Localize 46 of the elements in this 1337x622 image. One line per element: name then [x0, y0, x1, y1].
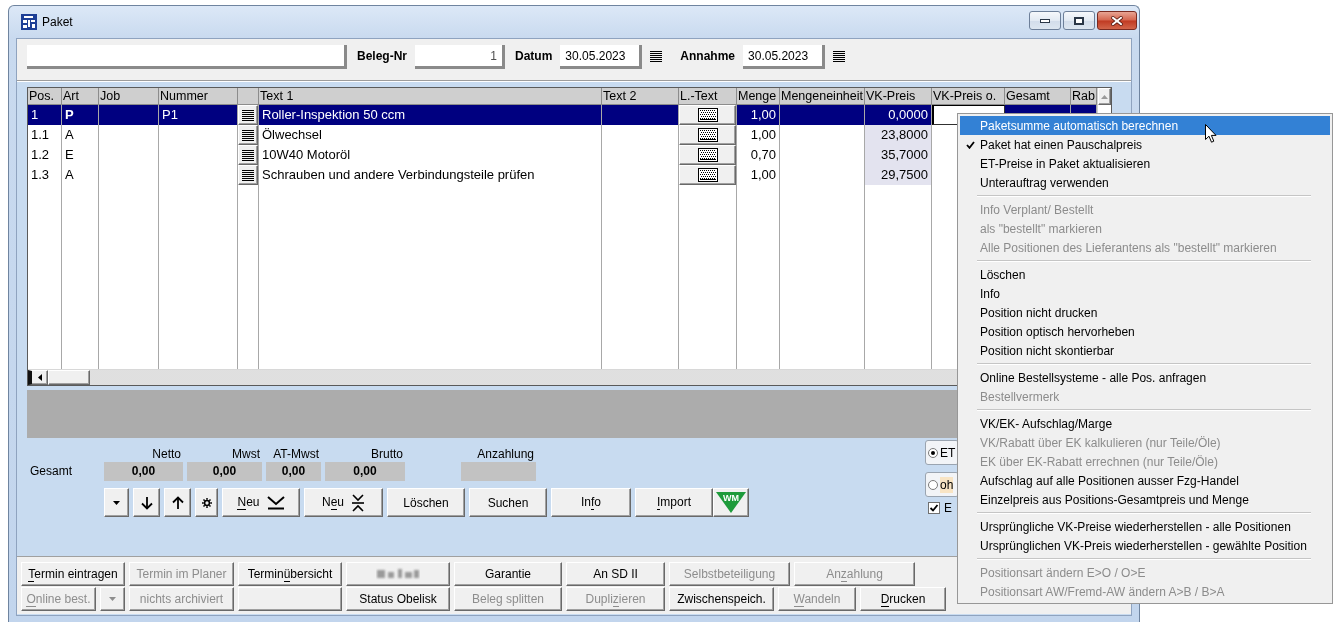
table-cell: 1.3	[28, 165, 62, 185]
value-field: 0,00	[266, 462, 321, 481]
value-field: 0,00	[187, 462, 262, 481]
table-cell: 35,7000	[865, 145, 932, 165]
table-cell: P	[62, 105, 99, 125]
column-header: Job	[99, 88, 159, 105]
column-header: L.-Text	[679, 88, 737, 105]
table-cell: Ölwechsel	[259, 125, 602, 145]
table-cell: 0,70	[737, 145, 780, 165]
column-header: Nummer	[159, 88, 238, 105]
table-cell: 29,7500	[865, 165, 932, 185]
field-label: Beleg-Nr	[357, 48, 407, 65]
table-cell: Schrauben und andere Verbindungsteile prüfen	[259, 165, 602, 185]
column-header: Menge	[737, 88, 780, 105]
table-cell: 1,00	[737, 165, 780, 185]
column-header: VK-Preis	[865, 88, 932, 105]
window-title: Paket	[42, 15, 73, 29]
table-cell: 23,8000	[865, 125, 932, 145]
column-header: Art	[62, 88, 99, 105]
column-label: Netto	[151, 447, 182, 461]
column-header: VK-Preis o.	[932, 88, 1005, 105]
table-cell: 10W40 Motoröl	[259, 145, 602, 165]
column-label: Brutto	[370, 447, 404, 461]
value-field: 0,00	[325, 462, 405, 481]
column-label: Anzahlung	[476, 447, 535, 461]
table-cell: 1,00	[737, 125, 780, 145]
column-header: Gesamt	[1005, 88, 1071, 105]
field-label: Datum	[515, 48, 553, 65]
table-cell: 1.1	[28, 125, 62, 145]
value-field: 0,00	[104, 462, 183, 481]
column-header: Rab	[1071, 88, 1097, 105]
table-cell: 1	[28, 105, 62, 125]
field-label: Annahme	[680, 48, 736, 65]
column-header: Pos.	[28, 88, 62, 105]
row-label: Gesamt	[30, 463, 73, 480]
table-cell: Roller-Inspektion 50 ccm	[259, 105, 602, 125]
table-cell: A	[62, 125, 99, 145]
table-cell: 1.2	[28, 145, 62, 165]
column-header: Mengeneinheit	[780, 88, 865, 105]
column-header: Text 2	[602, 88, 679, 105]
table-cell: 1,00	[737, 105, 780, 125]
table-cell: A	[62, 165, 99, 185]
table-cell: E	[62, 145, 99, 165]
column-label: Mwst	[231, 447, 261, 461]
column-label: AT-Mwst	[272, 447, 320, 461]
column-header: Text 1	[259, 88, 602, 105]
